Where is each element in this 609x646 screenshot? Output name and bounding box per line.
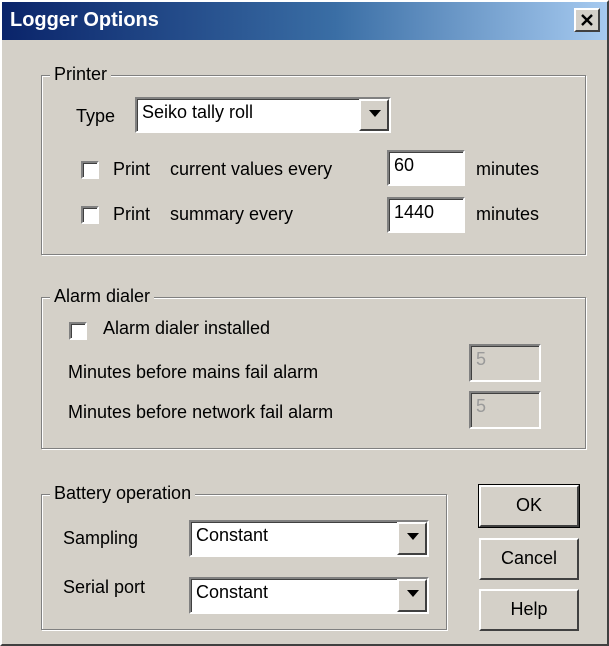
current-values-minutes-input[interactable]: 60 [387, 150, 465, 186]
current-values-label: current values every [170, 159, 333, 179]
chevron-down-icon [407, 590, 419, 597]
serial-port-dropdown-button[interactable] [397, 579, 427, 612]
mains-fail-label: Minutes before mains fail alarm [68, 362, 319, 382]
network-fail-label: Minutes before network fail alarm [68, 402, 334, 422]
summary-label: summary every [170, 204, 294, 224]
ok-button[interactable]: OK [478, 484, 580, 528]
print-current-values-checkbox[interactable] [81, 161, 99, 179]
network-fail-minutes-input[interactable]: 5 [469, 391, 541, 429]
printer-type-select[interactable]: Seiko tally roll [135, 97, 391, 133]
close-button[interactable] [574, 8, 600, 32]
printer-type-dropdown-button[interactable] [359, 99, 389, 131]
printer-group-label: Printer [50, 64, 112, 85]
help-button[interactable]: Help [479, 589, 579, 631]
serial-port-value: Constant [196, 582, 269, 602]
chevron-down-icon [369, 110, 381, 117]
title-bar[interactable]: Logger Options [2, 2, 607, 40]
sampling-label: Sampling [63, 528, 139, 548]
summary-minutes-input[interactable]: 1440 [387, 197, 465, 233]
mains-fail-minutes-input[interactable]: 5 [469, 344, 541, 382]
sampling-select[interactable]: Constant [189, 520, 429, 557]
alarm-dialer-group-label: Alarm dialer [50, 286, 155, 307]
cancel-button[interactable]: Cancel [479, 538, 579, 580]
current-values-minutes-unit: minutes [476, 159, 540, 179]
alarm-dialer-installed-label: Alarm dialer installed [103, 318, 271, 338]
sampling-value: Constant [196, 525, 269, 545]
print-label: Print [113, 159, 151, 179]
logger-options-dialog: Logger Options Printer Type Seiko tally … [0, 0, 609, 646]
type-label: Type [76, 106, 116, 126]
chevron-down-icon [407, 533, 419, 540]
print-label-2: Print [113, 204, 151, 224]
printer-type-value: Seiko tally roll [142, 102, 254, 122]
summary-minutes-unit: minutes [476, 204, 540, 224]
serial-port-label: Serial port [63, 577, 146, 597]
serial-port-select[interactable]: Constant [189, 577, 429, 614]
close-icon [581, 14, 593, 26]
window-title: Logger Options [10, 9, 159, 31]
battery-operation-group-label: Battery operation [50, 483, 196, 504]
sampling-dropdown-button[interactable] [397, 522, 427, 555]
alarm-dialer-installed-checkbox[interactable] [69, 322, 87, 340]
print-summary-checkbox[interactable] [81, 206, 99, 224]
